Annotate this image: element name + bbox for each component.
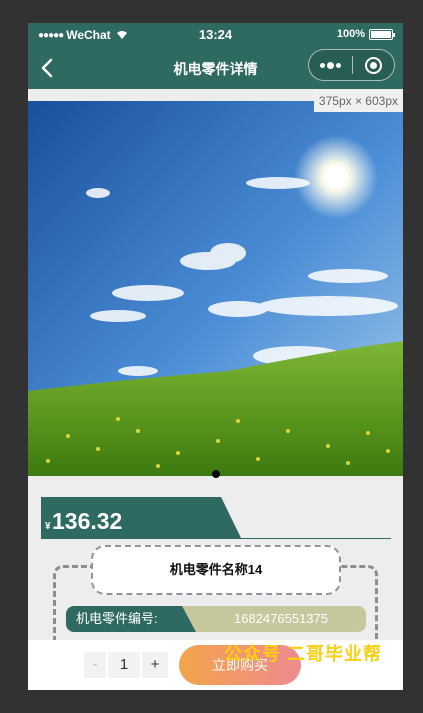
decrease-button[interactable]: - [84, 652, 106, 678]
product-image-banner[interactable] [28, 101, 403, 476]
target-icon [364, 56, 382, 74]
landscape-image [28, 101, 403, 476]
product-code-row: 机电零件编号: 1682476551375 [66, 606, 366, 632]
swiper-indicator-dot[interactable] [212, 470, 220, 478]
status-battery: 100% [336, 28, 395, 40]
price-value: 136.32 [52, 508, 123, 534]
increase-button[interactable]: + [142, 652, 168, 678]
mini-program-capsule [308, 49, 395, 81]
status-bar: ●●●●● WeChat 13:24 100% [28, 23, 403, 47]
battery-icon [369, 28, 395, 40]
product-name: 机电零件名称14 [91, 545, 341, 595]
close-mini-program-button[interactable] [352, 50, 394, 80]
more-dot-icon [326, 61, 334, 69]
currency-symbol: ¥ [45, 521, 51, 532]
more-button[interactable] [309, 50, 352, 80]
price-tag: ¥ 136.32 [41, 497, 241, 538]
size-badge: 375px × 603px [313, 90, 403, 112]
price-row: ¥ 136.32 [41, 497, 391, 539]
phone-screen: ●●●●● WeChat 13:24 100% 机电零件详情 375px × 6… [28, 23, 403, 690]
more-dot-icon [335, 62, 341, 68]
watermark-text: 公众号 二哥毕业帮 [224, 644, 383, 664]
product-code-label: 机电零件编号: [66, 606, 196, 632]
quantity-value[interactable]: 1 [108, 652, 140, 678]
product-code-value: 1682476551375 [234, 611, 328, 626]
battery-percent: 100% [336, 28, 365, 40]
nav-bar: 机电零件详情 [28, 47, 403, 89]
quantity-stepper: - 1 + [84, 652, 168, 678]
more-dot-icon [319, 62, 325, 68]
bottom-action-bar: - 1 + 立即购买 公众号 二哥毕业帮 [28, 640, 403, 690]
